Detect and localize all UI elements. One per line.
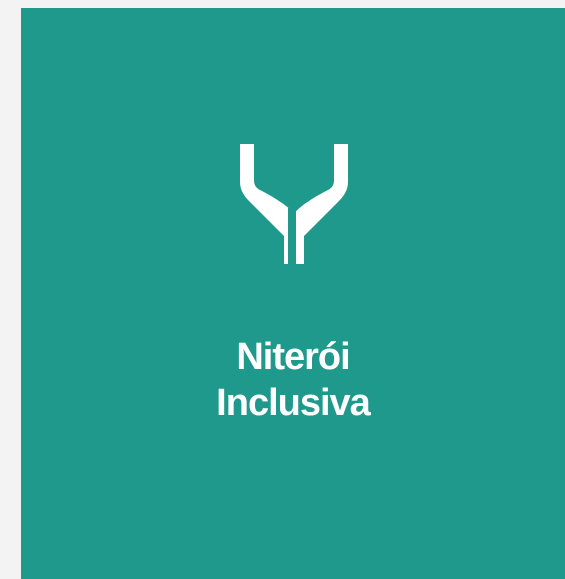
tile-title: Niterói Inclusiva — [21, 334, 565, 426]
open-hands-icon — [236, 132, 348, 268]
niteroi-inclusiva-tile[interactable]: Niterói Inclusiva — [21, 8, 565, 579]
tile-title-line2: Inclusiva — [216, 382, 371, 424]
tile-title-line1: Niterói — [236, 336, 350, 378]
page: Niterói Inclusiva — [0, 0, 565, 579]
